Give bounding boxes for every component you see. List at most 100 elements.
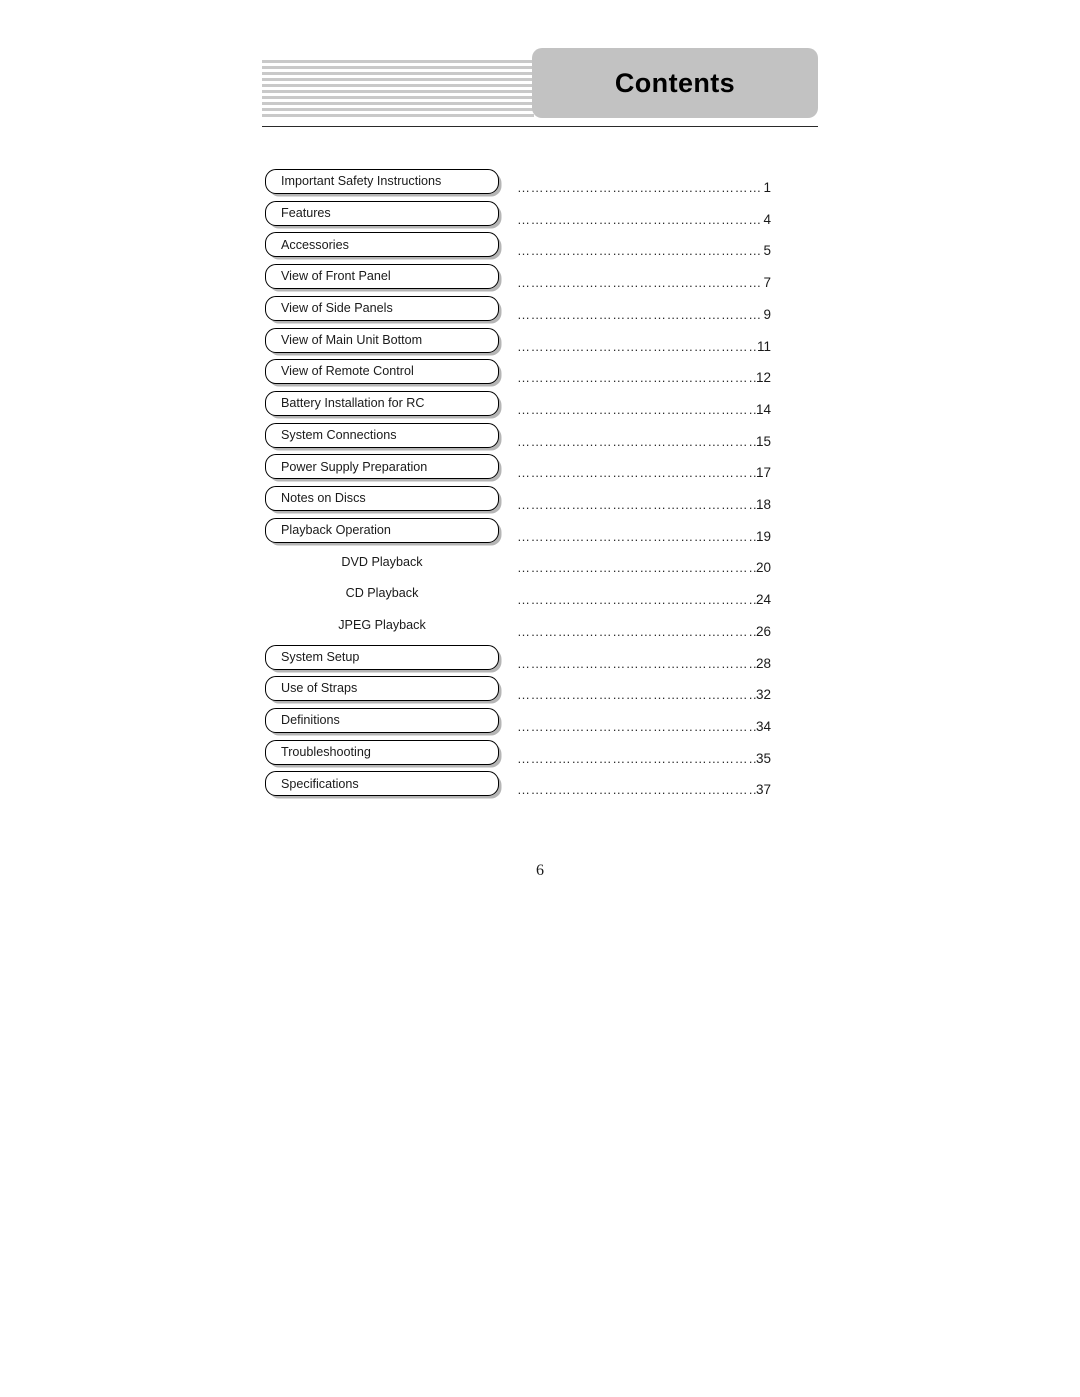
leader-dots: …………………………………………………………………………………………………………… (517, 687, 756, 703)
toc-entry-label: DVD Playback (341, 554, 423, 569)
toc-entry-box[interactable]: Important Safety Instructions (265, 169, 499, 194)
leader-dots: …………………………………………………………………………………………………………… (517, 655, 756, 671)
toc-page-number: 1 (763, 180, 771, 195)
toc-entry-label: View of Side Panels (281, 301, 393, 315)
toc-page-number: 20 (755, 560, 771, 576)
leader-dots: …………………………………………………………………………………………………………… (517, 497, 756, 512)
toc-entry-box[interactable]: Accessories (265, 232, 499, 258)
toc-row[interactable]: System Connections …………………………………………………………… (0, 422, 1080, 455)
leader-dots: …………………………………………………………………………………………………………… (517, 592, 756, 608)
toc-row[interactable]: View of Main Unit Bottom …………………………………………… (0, 327, 1080, 360)
toc-leader-cell: …………………………………………………………………………………………………………… (517, 591, 771, 613)
toc-leader-cell: …………………………………………………………………………………………………………… (517, 338, 771, 360)
toc-page-number: 4 (763, 211, 771, 227)
toc-entry-label: Specifications (281, 776, 359, 791)
toc-leader-cell: …………………………………………………………………………………………………………… (517, 750, 771, 772)
toc-row[interactable]: CD Playback ……………………………………………………………………………… (0, 581, 1080, 613)
toc-entry-label: Power Supply Preparation (281, 459, 428, 474)
toc-page-number: 37 (755, 782, 771, 798)
toc-sub-entry[interactable]: JPEG Playback (265, 613, 499, 638)
toc-row[interactable]: Accessories ……………………………………………………………………………… (0, 232, 1080, 264)
toc-entry-box[interactable]: System Connections (265, 422, 499, 448)
toc-row[interactable]: Definitions ……………………………………………………………………………… (0, 707, 1080, 740)
toc-sub-entry[interactable]: DVD Playback (265, 549, 499, 574)
toc-row[interactable]: System Setup …………………………………………………………………………… (0, 644, 1080, 677)
toc-entry-label: System Connections (281, 427, 397, 442)
toc-page-number: 15 (755, 433, 771, 449)
toc-entry-label: JPEG Playback (338, 618, 426, 632)
toc-row[interactable]: JPEG Playback ………………………………………………………………………… (0, 613, 1080, 645)
toc-row[interactable]: Playback Operation …………………………………………………………… (0, 517, 1080, 550)
toc-entry-label: CD Playback (345, 586, 419, 601)
leader-dots: …………………………………………………………………………………………………………… (517, 560, 756, 576)
toc-row[interactable]: Use of Straps ………………………………………………………………………… (0, 676, 1080, 708)
toc-entry-box[interactable]: Troubleshooting (265, 739, 499, 765)
toc-row[interactable]: Troubleshooting …………………………………………………………………… (0, 739, 1080, 772)
leader-dots: …………………………………………………………………………………………………………… (517, 782, 756, 798)
toc-leader-cell: …………………………………………………………………………………………………………… (517, 401, 771, 423)
leader-dots: …………………………………………………………………………………………………………… (517, 243, 763, 259)
toc-row[interactable]: Battery Installation for RC …………………………………… (0, 390, 1080, 423)
toc-entry-label: System Setup (281, 649, 360, 664)
toc-entry-label: View of Front Panel (281, 269, 391, 284)
leader-dots: …………………………………………………………………………………………………………… (517, 275, 763, 291)
toc-page-number: 24 (755, 592, 771, 608)
toc-entry-box[interactable]: Battery Installation for RC (265, 390, 499, 416)
toc-page-number: 17 (755, 465, 771, 481)
toc-page-number: 14 (755, 401, 771, 417)
toc-leader-cell: …………………………………………………………………………………………………………… (517, 179, 771, 201)
toc-leader-cell: …………………………………………………………………………………………………………… (517, 559, 771, 581)
toc-page-number: 28 (755, 655, 771, 671)
toc-row[interactable]: Features ……………………………………………………………………………………… (0, 200, 1080, 233)
toc-row[interactable]: View of Side Panels ………………………………………………………… (0, 295, 1080, 328)
toc-row[interactable]: Power Supply Preparation …………………………………………… (0, 454, 1080, 486)
toc-page-number: 11 (756, 338, 771, 354)
toc-page-number: 7 (763, 275, 771, 291)
toc-entry-box[interactable]: Power Supply Preparation (265, 454, 499, 480)
toc-leader-cell: …………………………………………………………………………………………………………… (517, 781, 771, 803)
toc-entry-box[interactable]: View of Side Panels (265, 295, 499, 321)
toc-row[interactable]: Notes on Discs ……………………………………………………………………… (0, 486, 1080, 518)
toc-entry-label: Battery Installation for RC (281, 396, 425, 411)
toc-leader-cell: …………………………………………………………………………………………………………… (517, 274, 771, 296)
toc-leader-cell: …………………………………………………………………………………………………………… (517, 496, 771, 518)
page-title: Contents (614, 67, 736, 98)
toc-leader-cell: …………………………………………………………………………………………………………… (517, 433, 771, 455)
toc-page-number: 32 (755, 687, 771, 703)
toc-entry-box[interactable]: Features (265, 200, 499, 226)
toc-entry-label: View of Main Unit Bottom (281, 332, 423, 347)
toc-entry-box[interactable]: Definitions (265, 707, 499, 733)
toc-entry-label: Notes on Discs (281, 491, 366, 506)
toc-sub-entry[interactable]: CD Playback (265, 581, 499, 606)
toc-entry-box[interactable]: View of Main Unit Bottom (265, 327, 499, 353)
toc-row[interactable]: DVD Playback …………………………………………………………………………… (0, 549, 1080, 581)
toc-row[interactable]: Specifications ……………………………………………………………………… (0, 771, 1080, 803)
leader-dots: …………………………………………………………………………………………………………… (517, 623, 756, 639)
toc-entry-label: Accessories (281, 237, 349, 252)
header-divider (262, 126, 818, 127)
leader-dots: …………………………………………………………………………………………………………… (517, 433, 756, 449)
toc-leader-cell: …………………………………………………………………………………………………………… (517, 306, 771, 328)
leader-dots: …………………………………………………………………………………………………………… (517, 750, 756, 766)
toc-entry-label: Important Safety Instructions (281, 174, 442, 189)
toc-entry-label: Use of Straps (281, 681, 358, 696)
toc-row[interactable]: Important Safety Instructions ……………………………… (0, 169, 1080, 201)
toc-entry-box[interactable]: System Setup (265, 644, 499, 670)
toc-page-number: 18 (755, 497, 771, 512)
toc-page-number: 9 (763, 306, 771, 322)
toc-entry-box[interactable]: Playback Operation (265, 517, 499, 543)
toc-entry-box[interactable]: View of Front Panel (265, 264, 499, 290)
leader-dots: …………………………………………………………………………………………………………… (517, 306, 763, 322)
toc-entry-box[interactable]: Notes on Discs (265, 486, 499, 511)
toc-entry-box[interactable]: Specifications (265, 771, 499, 797)
decorative-stripes (262, 60, 534, 118)
toc-leader-cell: …………………………………………………………………………………………………………… (517, 369, 771, 391)
toc-entry-box[interactable]: View of Remote Control (265, 359, 499, 385)
toc-leader-cell: …………………………………………………………………………………………………………… (517, 623, 771, 645)
toc-row[interactable]: View of Front Panel ………………………………………………………… (0, 264, 1080, 296)
leader-dots: …………………………………………………………………………………………………………… (517, 401, 756, 417)
toc-leader-cell: …………………………………………………………………………………………………………… (517, 211, 771, 233)
toc-entry-box[interactable]: Use of Straps (265, 676, 499, 702)
toc-row[interactable]: View of Remote Control ………………………………………………… (0, 359, 1080, 391)
contents-title-box: Contents (532, 48, 818, 118)
